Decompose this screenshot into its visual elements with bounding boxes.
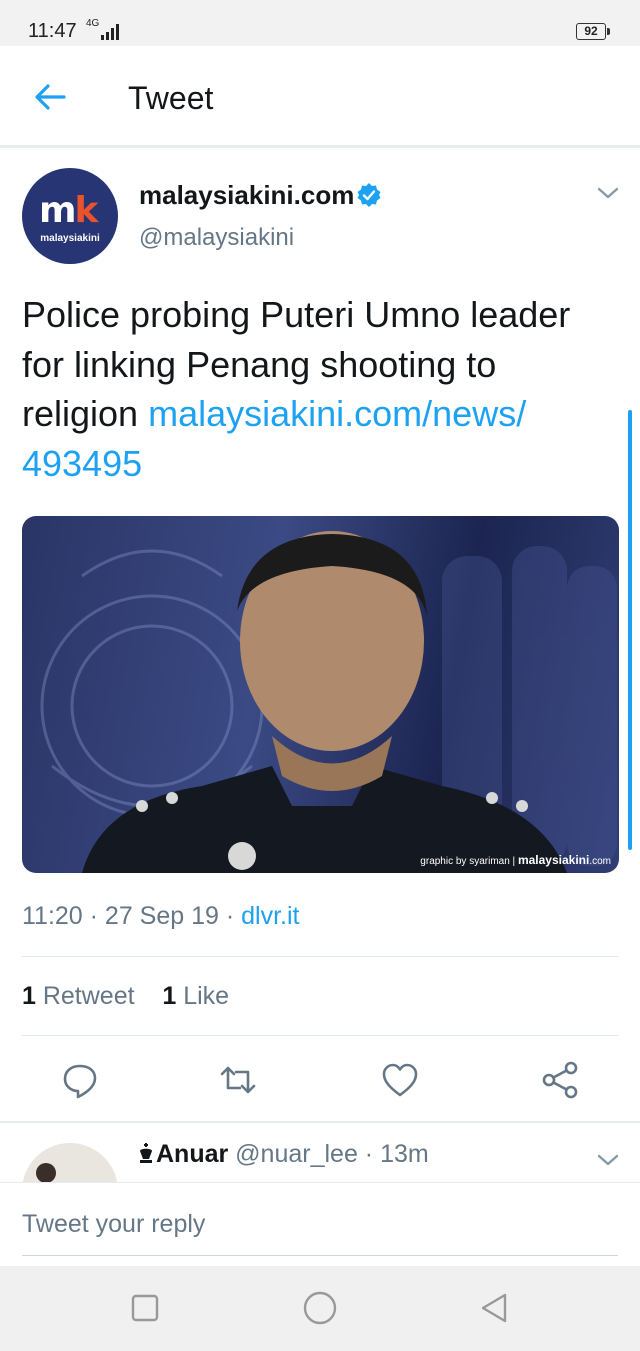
status-time: 11:47 [28,20,77,42]
image-illustration [40,531,617,873]
divider [22,956,618,957]
reply-input[interactable]: Tweet your reply [22,1210,205,1239]
avatar-logo-caption: malaysiakini [40,233,100,244]
triangle-back-nav-icon[interactable] [478,1292,510,1324]
network-type: 4G [86,18,100,29]
square-nav-icon[interactable] [131,1294,159,1322]
author-handle[interactable]: @malaysiakini [139,224,294,252]
tweet-image[interactable]: graphic by syariman | malaysiakini.com [22,516,619,873]
share-icon[interactable] [540,1060,580,1100]
back-arrow-icon[interactable] [30,82,70,112]
reply-icon[interactable] [60,1060,100,1100]
chevron-down-icon[interactable] [596,185,620,201]
divider [22,1035,618,1036]
reply-author[interactable]: Anuar @nuar_lee · 13m [136,1140,429,1169]
top-app-bar [0,46,640,148]
author-name[interactable]: malaysiakini.com [139,180,354,211]
circle-nav-icon[interactable] [303,1291,337,1325]
tweet-timestamp: 11:20 · 27 Sep 19 · dlvr.it [22,902,300,930]
scrollbar[interactable] [628,410,632,850]
tweet-stats[interactable]: 1 Retweet 1 Like [22,982,229,1011]
image-credit: graphic by syariman | malaysiakini.com [420,853,611,867]
reply-input-underline [22,1255,618,1256]
tweet-text: Police probing Puteri Umno leader for li… [22,290,622,488]
battery-tip [607,28,610,35]
like-icon[interactable] [380,1060,420,1100]
reply-chevron-down-icon[interactable] [596,1152,620,1168]
battery-icon: 92 [576,23,606,40]
chess-king-icon [140,1143,152,1163]
page-title: Tweet [128,80,214,116]
section-divider [0,1121,640,1123]
retweet-icon[interactable] [218,1060,258,1100]
avatar-logo-mark: mk [39,190,98,231]
author-avatar[interactable]: mk malaysiakini [22,168,118,264]
verified-badge-icon [357,183,381,207]
tweet-source-link[interactable]: dlvr.it [241,902,299,930]
signal-icon [101,24,119,40]
